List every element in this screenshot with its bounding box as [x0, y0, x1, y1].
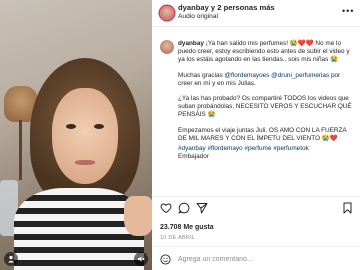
lamp-stand [19, 120, 22, 180]
person-eye-left [66, 124, 76, 129]
emoji-icon[interactable] [160, 254, 171, 268]
caption-username[interactable]: dyanbay [178, 40, 204, 47]
post-details-panel: dyanbay y 2 personas más Audio original … [152, 0, 360, 270]
comment-input[interactable] [178, 253, 328, 265]
caption-paragraph-2: Muchas gracias @flordemayoes @druni_perf… [178, 72, 356, 88]
post-header: dyanbay y 2 personas más Audio original … [152, 0, 360, 27]
audio-label[interactable]: Audio original [178, 13, 218, 20]
mention-flordemayoes[interactable]: @flordemayoes [225, 72, 270, 79]
bookmark-icon[interactable] [342, 202, 353, 216]
post-author-names[interactable]: dyanbay y 2 personas más [178, 3, 275, 12]
caption-hashtags[interactable]: #dyanbay #flordemayo #perfume #perfumeto… [178, 145, 356, 153]
caption-author-avatar[interactable] [160, 40, 174, 54]
caption-text-2a: Muchas gracias [178, 71, 225, 79]
reel-video[interactable] [0, 0, 152, 270]
caption-paragraph-3: ¿Ya las has probado? Os compartiré TODOS… [178, 95, 352, 119]
share-icon[interactable] [196, 202, 208, 216]
more-horizontal-icon[interactable]: ••• [342, 6, 354, 16]
person-hand [124, 196, 152, 236]
caption-paragraph-4: Empezamos el viaje juntas Juli. OS AMO C… [178, 126, 347, 142]
user-tag-icon[interactable] [4, 252, 18, 266]
likes-count[interactable]: 23.708 Me gusta [160, 224, 214, 231]
comment-icon[interactable] [178, 202, 190, 216]
person-face [52, 88, 118, 184]
heart-icon[interactable] [160, 202, 172, 216]
caption-paragraph-1: dyanbay ¡Ya han salido mis perfumes! 😭❤️… [178, 40, 356, 65]
person-eye-right [94, 124, 104, 129]
post-date: 10 DE ABRIL [160, 235, 196, 241]
post-caption: dyanbay ¡Ya han salido mis perfumes! 😭❤️… [178, 40, 356, 161]
volume-off-icon[interactable] [134, 252, 148, 266]
caption-ambassador: Embajador [178, 153, 209, 161]
author-avatar[interactable] [160, 6, 174, 20]
person-mouth [75, 160, 95, 165]
person-striped-shirt [14, 188, 144, 270]
caption-text-1: ¡Ya han salido mis perfumes! 😭❤️❤️ No me… [178, 40, 350, 64]
mention-druni-perfumerias[interactable]: @druni_perfumerias [271, 72, 329, 79]
comment-divider [152, 246, 360, 247]
actions-divider [152, 196, 360, 197]
